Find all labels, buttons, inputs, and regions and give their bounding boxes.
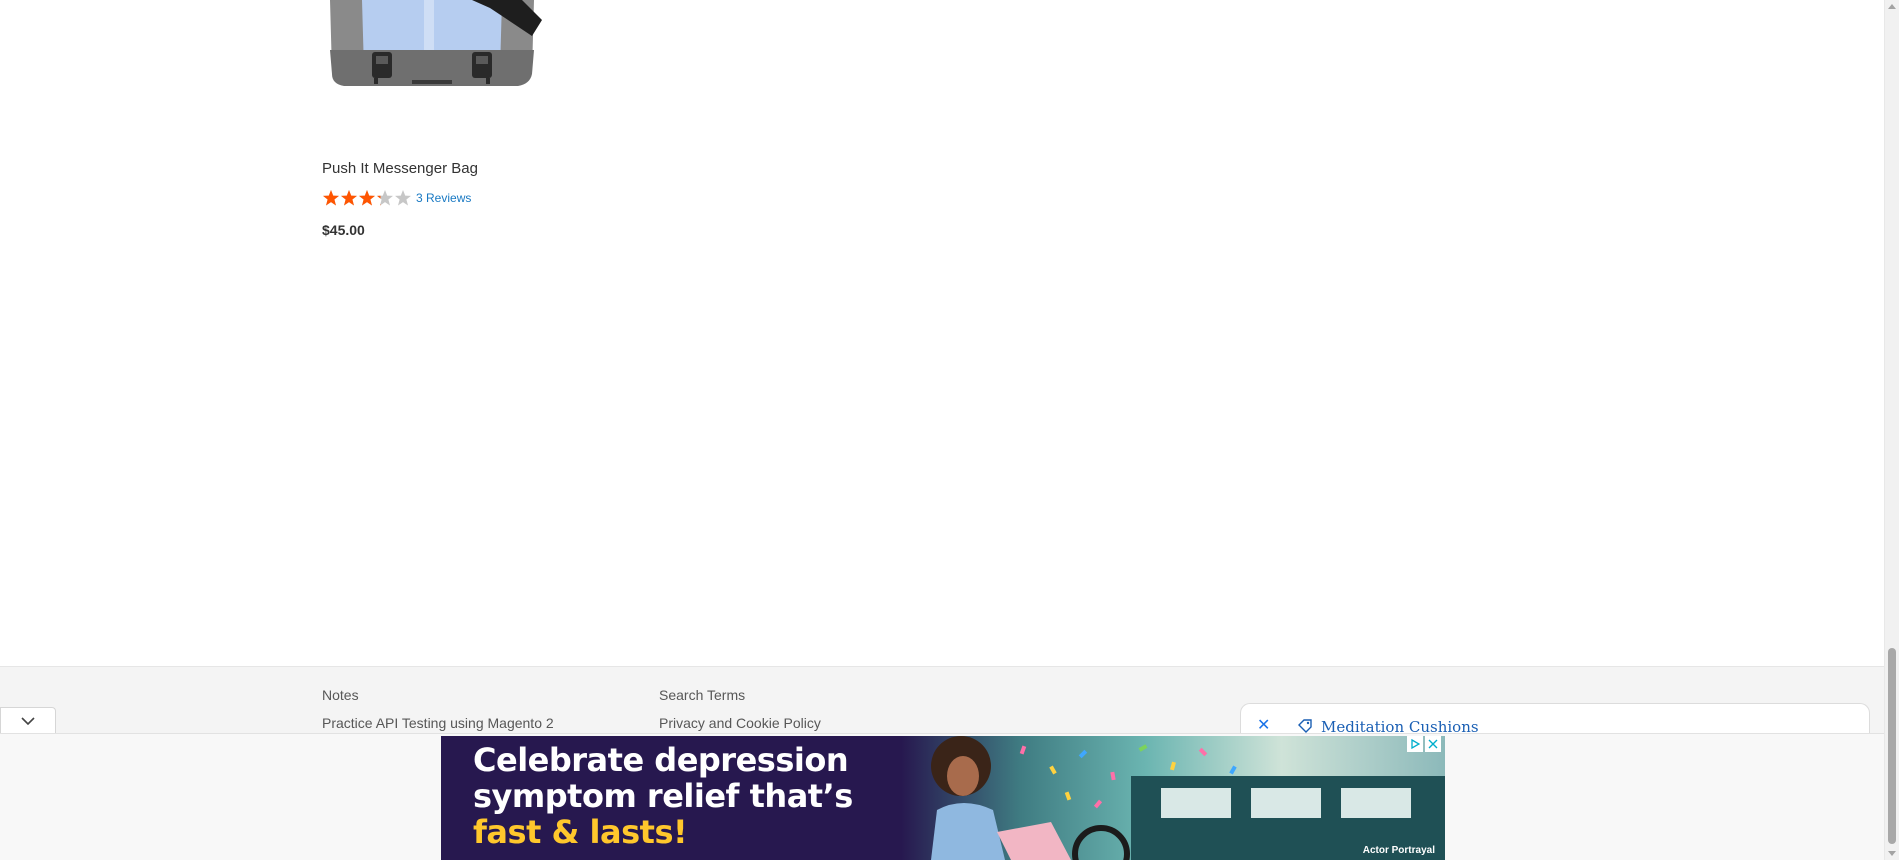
rating-stars — [322, 189, 412, 207]
ad-headline: Celebrate depression symptom relief that… — [473, 742, 853, 850]
page-viewport: Push It Messenger Bag 3 Reviews $45.00 N… — [0, 0, 1884, 860]
close-icon[interactable]: ✕ — [1257, 718, 1270, 734]
ad-portrayal-note: Actor Portrayal — [1362, 845, 1435, 856]
chevron-down-icon — [21, 716, 35, 725]
ad-headline-line-3: fast & lasts! — [473, 813, 688, 851]
footer-link-privacy-policy[interactable]: Privacy and Cookie Policy — [659, 715, 821, 731]
product-rating: 3 Reviews — [322, 188, 471, 208]
collapse-ad-button[interactable] — [0, 707, 56, 733]
search-suggestion-chip[interactable]: ✕ Meditation Cushions — [1240, 703, 1870, 736]
footer-link-search-terms[interactable]: Search Terms — [659, 687, 745, 703]
product-price: $45.00 — [322, 222, 365, 238]
reviews-link[interactable]: 3 Reviews — [416, 191, 471, 205]
product-item — [322, 0, 562, 130]
product-image-link[interactable] — [322, 0, 562, 130]
product-name-link[interactable]: Push It Messenger Bag — [322, 160, 478, 177]
footer-link-api-testing[interactable]: Practice API Testing using Magento 2 — [322, 715, 554, 731]
ad-headline-line-1: Celebrate depression — [473, 741, 849, 779]
ad-headline-line-2: symptom relief that’s — [473, 777, 853, 815]
star-rating-icon — [323, 190, 411, 206]
scrollbar-thumb[interactable] — [1888, 648, 1896, 844]
ad-choices-icon[interactable] — [1407, 736, 1423, 752]
messenger-bag-image — [330, 0, 542, 86]
ad-background-scene — [901, 736, 1445, 860]
ad-close-icon[interactable] — [1425, 736, 1441, 752]
footer-link-notes[interactable]: Notes — [322, 687, 359, 703]
page-scrollbar[interactable] — [1884, 0, 1899, 860]
scroll-down-arrow-icon[interactable] — [1888, 851, 1896, 856]
scroll-up-arrow-icon[interactable] — [1888, 4, 1896, 9]
ad-illustration — [931, 736, 1445, 860]
ad-banner[interactable]: Celebrate depression symptom relief that… — [441, 736, 1445, 860]
